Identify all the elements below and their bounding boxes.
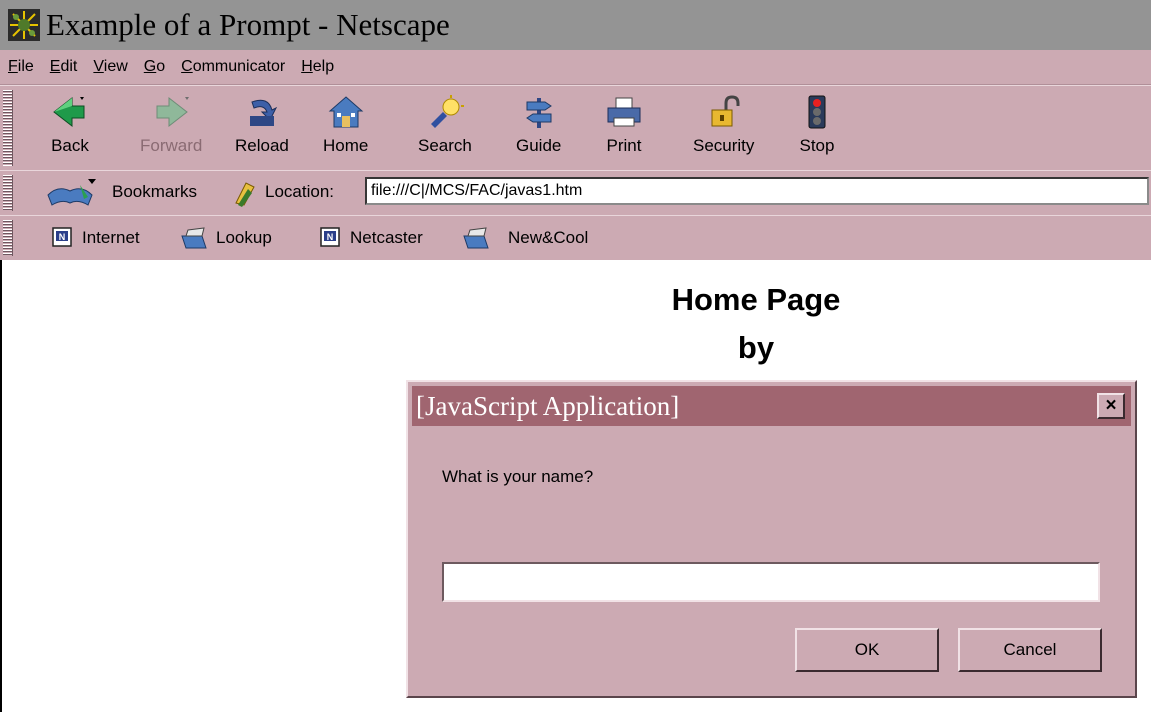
menu-go[interactable]: Go [144,58,165,76]
dialog-prompt-text: What is your name? [442,467,594,486]
toolbar-grip[interactable] [3,90,13,166]
browser-window: Example of a Prompt - Netscape File Edit… [0,0,1151,712]
personal-item-lookup[interactable]: Lookup [180,224,272,252]
location-toolbar: Bookmarks Location: file:///C|/MCS/FAC/j… [0,170,1151,216]
navigation-toolbar: Back Forward Reload Home Search Guide Pr… [0,85,1151,171]
location-url-field[interactable]: file:///C|/MCS/FAC/javas1.htm [365,177,1149,205]
stop-button[interactable]: Stop [797,94,837,166]
personal-toolbar: N Internet Lookup N Netcaster New&Cool [0,215,1151,261]
netscape-logo-icon [8,9,40,41]
menu-bar: File Edit View Go Communicator Help [0,50,1151,85]
svg-text:N: N [59,232,66,242]
ok-button[interactable]: OK [795,628,939,672]
location-toolbar-grip[interactable] [3,175,13,211]
location-page-proxy-icon[interactable] [232,179,258,207]
personal-toolbar-grip[interactable] [3,220,13,256]
guide-button[interactable]: Guide [516,94,561,166]
window-title: Example of a Prompt - Netscape [46,7,450,42]
forward-arrow-icon [156,96,190,128]
netscape-page-icon: N [52,227,72,247]
svg-text:N: N [327,232,334,242]
dialog-title-bar[interactable]: [JavaScript Application] × [412,386,1131,426]
cancel-button[interactable]: Cancel [958,628,1102,672]
stop-traffic-light-icon [808,95,826,129]
print-button[interactable]: Print [604,94,644,166]
menu-help[interactable]: Help [301,58,334,76]
home-button[interactable]: Home [323,94,368,166]
page-heading-line2: by [737,330,775,365]
reload-icon [249,99,278,126]
padlock-icon [711,95,740,127]
home-icon [328,96,364,128]
menu-edit[interactable]: Edit [50,58,78,76]
menu-file[interactable]: File [8,58,34,76]
folder-icon [463,227,489,249]
personal-item-netcaster[interactable]: N Netcaster [320,224,423,252]
guide-signpost-icon [525,98,552,128]
title-bar: Example of a Prompt - Netscape [0,0,1151,50]
search-button[interactable]: Search [418,94,472,166]
page-heading-line1: Home Page [671,282,841,317]
back-arrow-icon [53,96,85,128]
printer-icon [607,97,641,127]
netscape-page-icon: N [320,227,340,247]
prompt-dialog: [JavaScript Application] × What is your … [406,380,1137,698]
menu-view[interactable]: View [93,58,127,76]
bookmarks-icon [47,179,96,206]
personal-item-newcool[interactable]: New&Cool [462,224,588,252]
location-label: Location: [265,182,334,201]
close-icon: × [1105,395,1117,416]
menu-communicator[interactable]: Communicator [181,58,285,76]
folder-icon [181,227,207,249]
dialog-title: [JavaScript Application] [416,390,680,421]
reload-button[interactable]: Reload [235,94,289,166]
dialog-close-button[interactable]: × [1097,393,1125,419]
search-flashlight-icon [430,95,464,128]
dialog-name-input[interactable] [442,562,1100,602]
personal-item-internet[interactable]: N Internet [52,224,140,252]
back-button[interactable]: Back [50,94,90,166]
security-button[interactable]: Security [693,94,754,166]
forward-button[interactable]: Forward [140,94,202,166]
